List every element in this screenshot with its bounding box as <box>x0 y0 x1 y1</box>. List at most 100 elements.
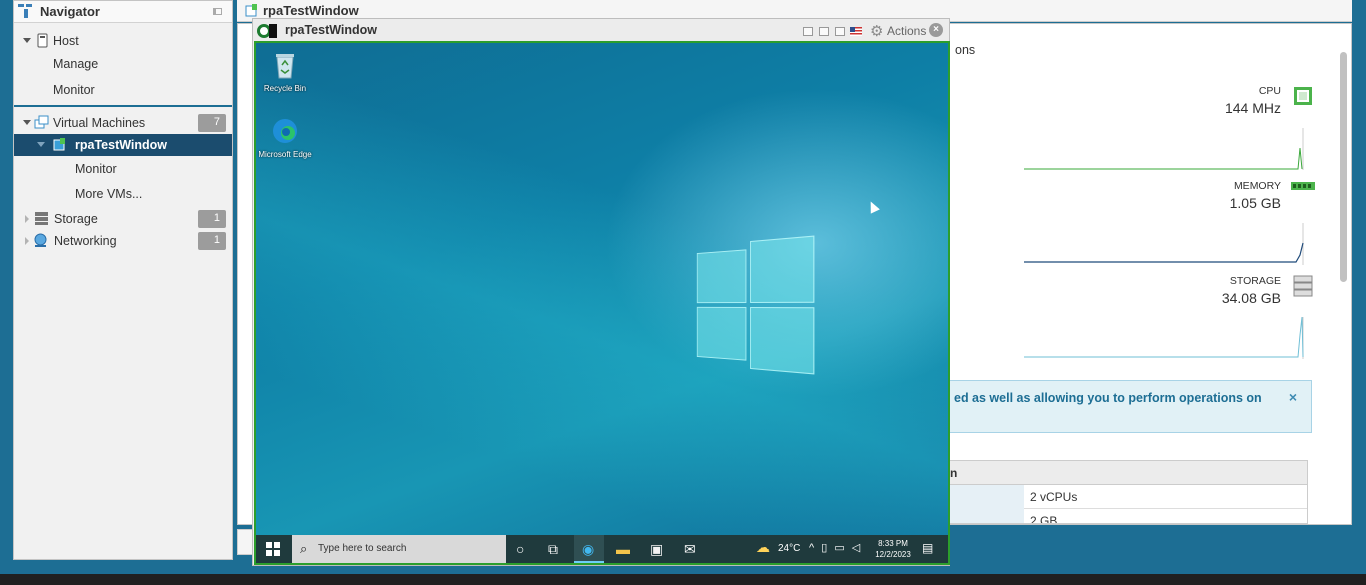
table-row[interactable]: 2 GB <box>946 509 1307 524</box>
guest-desktop[interactable]: Recycle Bin Microsoft Edge ⌕ Type here t… <box>254 41 950 565</box>
count-badge: 1 <box>198 210 226 228</box>
nav-item-manage[interactable]: Manage <box>14 53 232 75</box>
info-banner-text: ed as well as allowing you to perform op… <box>954 391 1262 405</box>
close-console-icon[interactable]: × <box>929 23 943 37</box>
hardware-config-table: n 2 vCPUs 2 GB <box>945 460 1308 524</box>
nav-item-vm-monitor[interactable]: Monitor <box>14 158 232 180</box>
cpu-value: 144 MHz <box>1224 100 1281 116</box>
cortana-button[interactable]: ○ <box>508 535 538 563</box>
windows-logo <box>696 235 815 375</box>
taskbar-file-explorer-icon[interactable]: ▬ <box>608 535 638 563</box>
start-button[interactable] <box>266 542 280 556</box>
cpu-usage-sparkline <box>1024 128 1304 170</box>
console-title-bar[interactable]: rpaTestWindow ⚙ Actions × <box>253 19 949 41</box>
count-badge: 7 <box>198 114 226 132</box>
expand-arrow-icon[interactable] <box>23 38 31 43</box>
clock-date: 12/2/2023 <box>875 550 911 559</box>
taskbar-edge-icon[interactable]: ◉ <box>574 535 604 563</box>
nav-item-label: rpaTestWindow <box>75 138 168 152</box>
taskbar-search[interactable]: ⌕ Type here to search <box>292 535 506 563</box>
table-header: n <box>946 461 1307 485</box>
storage-icon <box>35 212 48 225</box>
weather-icon[interactable]: ☁ <box>756 539 770 556</box>
nav-item-label: Storage <box>54 212 98 226</box>
nav-item-host[interactable]: Host <box>14 30 232 52</box>
fullscreen-icon[interactable] <box>835 27 845 36</box>
search-placeholder: Type here to search <box>318 543 407 554</box>
navigator-panel: Navigator Host Manage Monitor Virtual Ma… <box>13 0 233 560</box>
desktop-icon-microsoft-edge[interactable]: Microsoft Edge <box>258 117 312 160</box>
edge-icon <box>273 119 297 143</box>
memory-icon <box>1291 182 1315 190</box>
networking-icon <box>34 233 47 247</box>
memory-usage-sparkline <box>1024 223 1304 265</box>
nav-item-label: Networking <box>54 234 117 248</box>
memory-value: 1.05 GB <box>1229 195 1281 211</box>
info-banner: ed as well as allowing you to perform op… <box>945 380 1312 433</box>
divider <box>14 105 232 107</box>
navigator-header: Navigator <box>14 1 232 23</box>
nav-item-networking[interactable]: Networking 1 <box>14 230 232 252</box>
host-taskbar-strip <box>0 574 1366 585</box>
cpu-label: CPU <box>1258 85 1281 97</box>
desktop-icon-label: Recycle Bin <box>263 84 307 93</box>
vmware-logo-icon <box>18 4 32 18</box>
weather-temperature[interactable]: 24°C <box>778 543 800 554</box>
nav-item-virtual-machines[interactable]: Virtual Machines 7 <box>14 112 232 134</box>
keyboard-layout-flag-icon[interactable] <box>850 27 862 36</box>
expand-arrow-icon[interactable] <box>25 215 29 223</box>
nav-item-more-vms[interactable]: More VMs... <box>14 183 232 205</box>
vm-title: rpaTestWindow <box>263 3 359 18</box>
taskbar-clock[interactable]: 8:33 PM 12/2/2023 <box>872 538 914 560</box>
storage-usage-sparkline <box>1024 316 1304 359</box>
vm-console-window: rpaTestWindow ⚙ Actions × Recycle Bin Mi… <box>252 18 950 566</box>
close-icon[interactable]: × <box>1289 389 1297 405</box>
clock-time: 8:33 PM <box>878 539 908 548</box>
collapse-navigator-icon[interactable] <box>213 8 222 15</box>
vm-details-text: ons <box>955 43 976 57</box>
table-cell: 2 vCPUs <box>1030 490 1078 504</box>
power-state-icon <box>269 24 277 38</box>
nav-item-label: Monitor <box>53 83 95 97</box>
nav-item-label: Host <box>53 34 79 48</box>
expand-arrow-icon[interactable] <box>23 120 31 125</box>
nav-item-rpatestwindow[interactable]: rpaTestWindow <box>14 134 232 156</box>
taskbar-mail-icon[interactable]: ✉ <box>676 535 706 563</box>
actions-menu[interactable]: Actions <box>887 24 926 38</box>
storage-icon <box>1293 275 1313 297</box>
task-view-button[interactable]: ⧉ <box>540 535 570 563</box>
notifications-icon[interactable]: ▤ <box>922 541 933 555</box>
storage-label: STORAGE <box>1229 275 1281 287</box>
send-ctrl-alt-del-icon[interactable] <box>803 27 813 36</box>
expand-arrow-icon[interactable] <box>37 142 45 147</box>
console-title: rpaTestWindow <box>285 23 378 37</box>
nav-item-storage[interactable]: Storage 1 <box>14 208 232 230</box>
recycle-bin-icon <box>276 54 294 79</box>
vm-icon <box>245 4 257 17</box>
virtual-machines-icon <box>34 115 49 129</box>
search-icon: ⌕ <box>300 541 308 556</box>
nav-item-label: Manage <box>53 57 99 71</box>
table-row[interactable]: 2 vCPUs <box>946 485 1307 509</box>
table-cell: 2 GB <box>1030 514 1058 524</box>
cpu-icon <box>1294 87 1312 105</box>
desktop-icon-label: Microsoft Edge <box>258 150 312 159</box>
host-icon <box>37 33 48 48</box>
count-badge: 1 <box>198 232 226 250</box>
nav-item-label: Monitor <box>75 162 117 176</box>
nav-item-label: More VMs... <box>75 187 143 201</box>
restore-icon[interactable] <box>819 27 829 36</box>
vm-icon <box>53 138 65 151</box>
desktop-icon-recycle-bin[interactable]: Recycle Bin <box>258 51 312 94</box>
expand-arrow-icon[interactable] <box>25 237 29 245</box>
nav-item-label: Virtual Machines <box>53 116 146 130</box>
navigator-title: Navigator <box>40 4 100 19</box>
taskbar-store-icon[interactable]: ▣ <box>642 535 672 563</box>
memory-label: MEMORY <box>1233 180 1281 192</box>
gear-icon[interactable]: ⚙ <box>870 22 883 40</box>
windows-taskbar: ⌕ Type here to search ○ ⧉ ◉ ▬ ▣ ✉ ☁ 24°C… <box>256 535 948 563</box>
storage-value: 34.08 GB <box>1221 290 1281 306</box>
system-tray-icons[interactable]: ^ ▯ ▭ ◁ <box>809 541 862 554</box>
nav-item-monitor[interactable]: Monitor <box>14 79 232 101</box>
scrollbar[interactable] <box>1340 52 1347 282</box>
